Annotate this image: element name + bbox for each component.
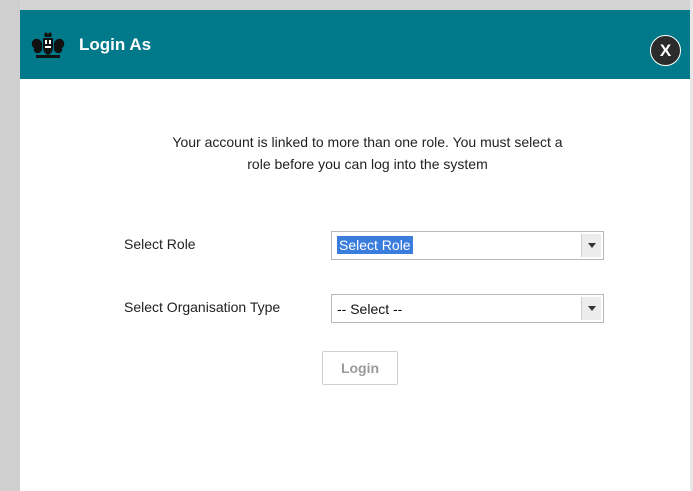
backdrop-left-strip [0,0,20,491]
chevron-down-icon[interactable] [581,234,601,257]
close-icon: X [659,40,672,60]
select-organisation-type-dropdown[interactable]: -- Select -- [331,294,604,323]
select-organisation-type-label: Select Organisation Type [124,299,281,315]
select-role-label: Select Role [124,236,196,252]
backdrop-top-strip [0,0,693,10]
dialog-title: Login As [79,35,152,54]
login-button[interactable]: Login [322,351,398,385]
login-as-dialog: Login As X Your account is linked to mor… [20,10,690,491]
select-role-value: Select Role [337,236,413,254]
select-role-dropdown[interactable]: Select Role [331,231,604,260]
role-message: Your account is linked to more than one … [172,134,563,172]
close-button[interactable]: X [650,35,681,66]
select-organisation-type-value: -- Select -- [337,301,403,317]
royal-coat-of-arms-icon [31,32,65,58]
chevron-down-icon[interactable] [581,297,601,320]
dialog-header: Login As X [20,10,690,79]
